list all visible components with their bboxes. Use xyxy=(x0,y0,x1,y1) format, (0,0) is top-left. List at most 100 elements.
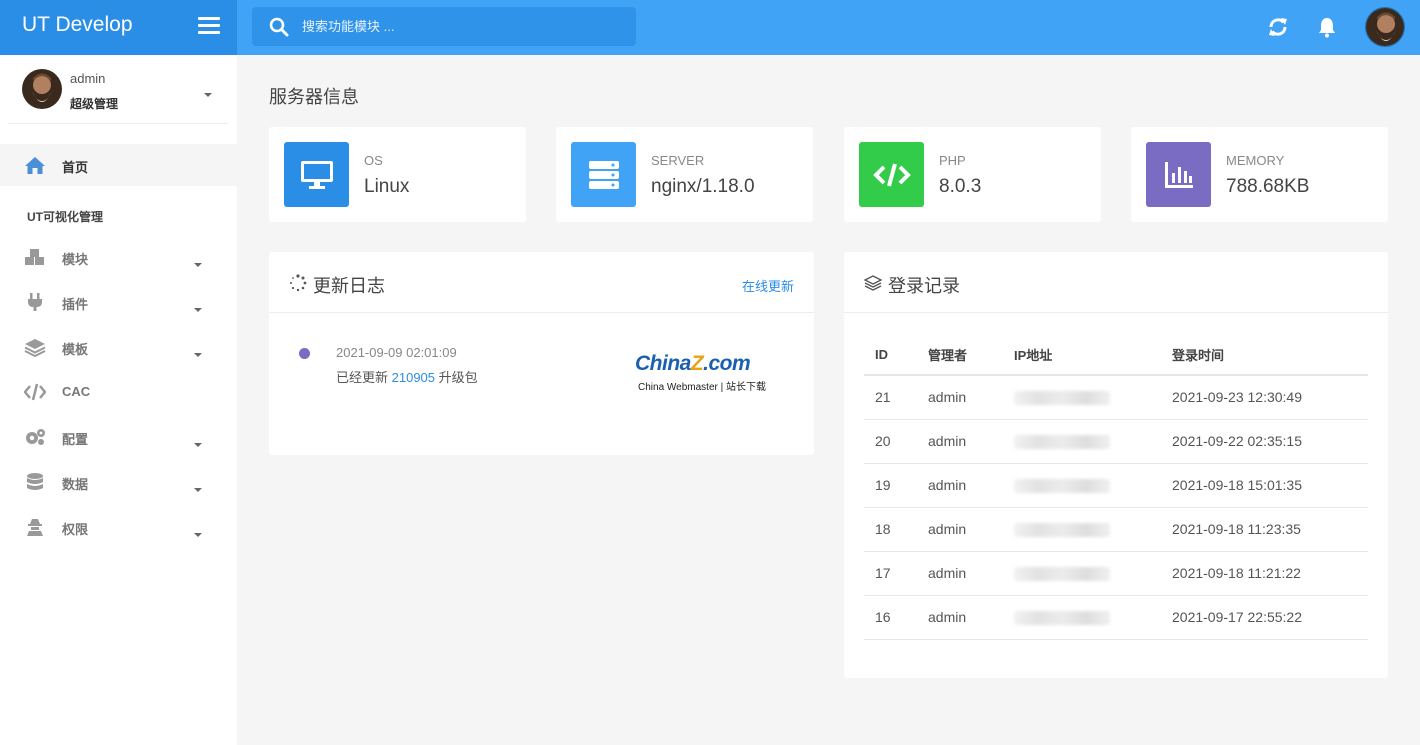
cell-id: 19 xyxy=(864,463,917,508)
cell-ip xyxy=(1003,419,1161,464)
cell-user: admin xyxy=(917,595,1003,640)
user-panel[interactable]: admin 超级管理 xyxy=(8,55,228,124)
gears-icon xyxy=(26,429,45,445)
cell-time: 2021-09-23 12:30:49 xyxy=(1161,375,1368,420)
code-icon xyxy=(859,142,924,207)
user-name: admin xyxy=(70,71,106,86)
chevron-down-icon xyxy=(194,480,202,495)
search-input[interactable] xyxy=(302,7,622,46)
bar-chart-icon xyxy=(1146,142,1211,207)
sidebar-item-plugins[interactable]: 插件 xyxy=(0,281,237,323)
code-icon xyxy=(24,383,46,401)
chevron-down-icon xyxy=(194,300,202,315)
sidebar-item-label: CAC xyxy=(62,384,91,399)
sidebar: admin 超级管理 首页 UT可视化管理 模块 插件 模板 CAC 配置 数据… xyxy=(0,55,237,745)
stat-label: PHP xyxy=(939,153,966,168)
sidebar-item-permissions[interactable]: 权限 xyxy=(0,506,237,548)
column-header: 登录时间 xyxy=(1161,335,1368,376)
cell-id: 17 xyxy=(864,551,917,596)
changelog-prefix: 已经更新 xyxy=(336,370,389,385)
redacted-ip xyxy=(1014,479,1110,494)
changelog-panel: 更新日志 在线更新 2021-09-09 02:01:09 已经更新 21090… xyxy=(269,252,814,455)
cell-time: 2021-09-18 11:21:22 xyxy=(1161,551,1368,596)
cell-id: 20 xyxy=(864,419,917,464)
sidebar-section-title: UT可视化管理 xyxy=(27,210,103,224)
cell-ip xyxy=(1003,507,1161,552)
menu-toggle-icon[interactable] xyxy=(198,17,220,37)
changelog-text: 已经更新 210905 升级包 xyxy=(336,367,478,386)
sidebar-item-label: 模板 xyxy=(62,342,89,357)
chevron-down-icon xyxy=(194,255,202,270)
cell-id: 18 xyxy=(864,507,917,552)
stat-value: 8.0.3 xyxy=(939,176,982,197)
cell-id: 21 xyxy=(864,375,917,420)
refresh-icon[interactable] xyxy=(1267,16,1289,38)
cell-ip xyxy=(1003,595,1161,640)
plug-icon xyxy=(28,293,42,311)
layers-icon xyxy=(24,339,46,357)
column-header: IP地址 xyxy=(1003,335,1161,376)
user-avatar xyxy=(22,69,62,109)
cell-ip xyxy=(1003,551,1161,596)
stat-card-memory: MEMORY 788.68KB xyxy=(1131,127,1388,222)
table-header-row: ID 管理者 IP地址 登录时间 xyxy=(864,335,1368,376)
top-bar: UT Develop xyxy=(0,0,1420,55)
logo-wordmark: ChinaZ.com xyxy=(635,352,751,375)
sidebar-item-templates[interactable]: 模板 xyxy=(0,326,237,368)
sidebar-item-label: 插件 xyxy=(62,297,89,312)
page-title: 服务器信息 xyxy=(269,87,359,107)
cell-time: 2021-09-17 22:55:22 xyxy=(1161,595,1368,640)
sidebar-item-label: 权限 xyxy=(62,522,89,537)
sidebar-item-modules[interactable]: 模块 xyxy=(0,236,237,278)
chevron-down-icon xyxy=(194,345,202,360)
cell-ip xyxy=(1003,463,1161,508)
redacted-ip xyxy=(1014,523,1110,538)
sidebar-item-label: 数据 xyxy=(62,477,89,492)
app-title[interactable]: UT Develop xyxy=(22,13,133,37)
sidebar-item-config[interactable]: 配置 xyxy=(0,416,237,458)
stat-label: OS xyxy=(364,153,383,168)
table-row: 16 admin 2021-09-17 22:55:22 xyxy=(864,595,1368,640)
cell-time: 2021-09-22 02:35:15 xyxy=(1161,419,1368,464)
avatar[interactable] xyxy=(1365,7,1405,47)
sidebar-item-home[interactable]: 首页 xyxy=(0,144,237,186)
login-log-panel: 登录记录 ID 管理者 IP地址 登录时间 21 admin 2021-09-2… xyxy=(844,252,1388,678)
cell-ip xyxy=(1003,375,1161,420)
chevron-down-icon xyxy=(194,525,202,540)
user-dropdown-chevron-icon[interactable] xyxy=(204,85,212,100)
cubes-icon xyxy=(25,249,44,265)
stat-label: SERVER xyxy=(651,153,705,168)
online-update-link[interactable]: 在线更新 xyxy=(742,276,794,295)
cell-time: 2021-09-18 15:01:35 xyxy=(1161,463,1368,508)
home-icon xyxy=(25,157,45,174)
chevron-down-icon xyxy=(194,435,202,450)
changelog-time: 2021-09-09 02:01:09 xyxy=(336,345,457,360)
database-icon xyxy=(27,473,43,490)
bell-icon[interactable] xyxy=(1316,16,1338,38)
desktop-icon xyxy=(284,142,349,207)
brand: UT Develop xyxy=(0,0,237,55)
sidebar-item-label: 配置 xyxy=(62,432,89,447)
cell-user: admin xyxy=(917,507,1003,552)
cell-time: 2021-09-18 11:23:35 xyxy=(1161,507,1368,552)
panel-header: 登录记录 xyxy=(844,252,1388,313)
sidebar-item-data[interactable]: 数据 xyxy=(0,461,237,503)
redacted-ip xyxy=(1014,567,1110,582)
redacted-ip xyxy=(1014,611,1110,626)
stat-label: MEMORY xyxy=(1226,153,1285,168)
table-row: 21 admin 2021-09-23 12:30:49 xyxy=(864,375,1368,420)
search-icon[interactable] xyxy=(269,17,289,37)
panel-title: 登录记录 xyxy=(888,276,960,296)
stat-value: nginx/1.18.0 xyxy=(651,176,755,197)
layers-icon xyxy=(864,275,882,291)
chinaz-logo: ChinaZ.com China Webmaster | 站长下载 xyxy=(635,352,783,394)
cell-id: 16 xyxy=(864,595,917,640)
changelog-version: 210905 xyxy=(391,370,436,385)
stat-card-server: SERVER nginx/1.18.0 xyxy=(556,127,813,222)
stat-value: 788.68KB xyxy=(1226,176,1310,197)
sidebar-item-cac[interactable]: CAC xyxy=(0,371,237,413)
stat-value: Linux xyxy=(364,176,410,197)
sidebar-item-label: 首页 xyxy=(62,160,89,175)
table-row: 18 admin 2021-09-18 11:23:35 xyxy=(864,507,1368,552)
cell-user: admin xyxy=(917,463,1003,508)
